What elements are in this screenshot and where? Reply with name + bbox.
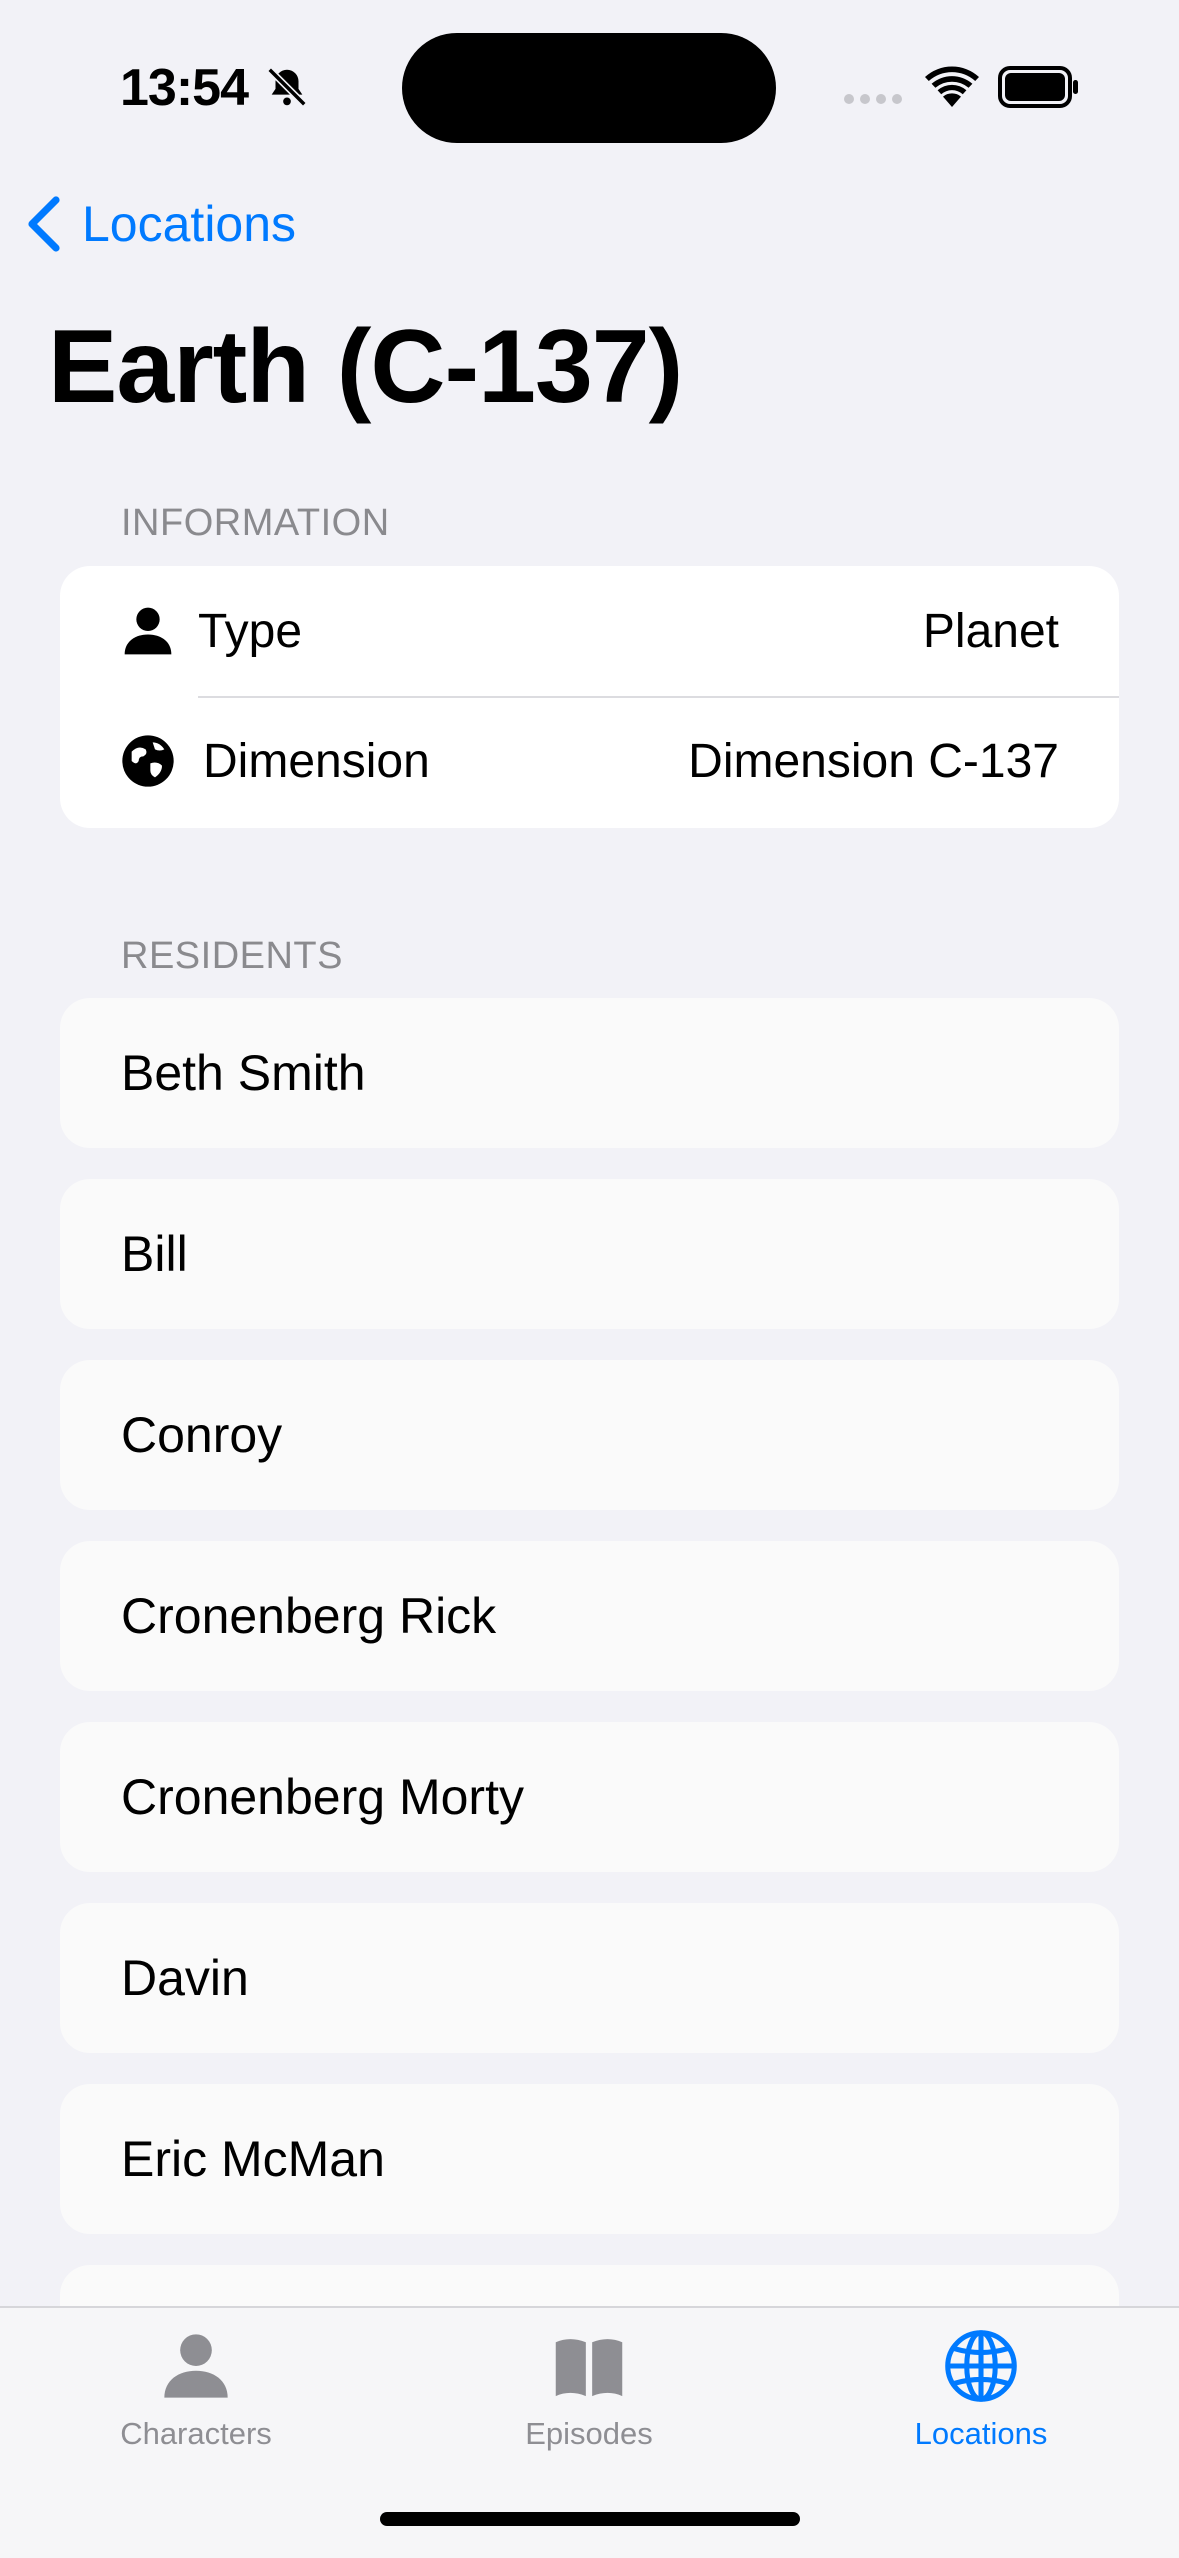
cellular-signal-icon: [844, 94, 902, 104]
resident-name: Conroy: [121, 1407, 283, 1463]
resident-name: Beth Smith: [121, 1045, 366, 1101]
dynamic-island: [402, 33, 776, 143]
tab-label: Characters: [120, 2416, 272, 2451]
resident-row[interactable]: Bill: [60, 1179, 1119, 1329]
wifi-icon: [925, 66, 979, 107]
resident-row[interactable]: Conroy: [60, 1360, 1119, 1510]
person-icon: [164, 2334, 228, 2398]
resident-name: Cronenberg Rick: [121, 1588, 497, 1644]
status-time: 13:54: [120, 59, 249, 117]
person-icon: [124, 607, 172, 655]
tab-locations[interactable]: Locations: [831, 2328, 1131, 2452]
resident-row[interactable]: Cronenberg Rick: [60, 1541, 1119, 1691]
resident-row[interactable]: Beth Smith: [60, 998, 1119, 1148]
tab-label: Episodes: [525, 2416, 653, 2451]
residents-section-header: RESIDENTS: [121, 935, 343, 977]
chevron-left-icon: [28, 196, 60, 252]
back-button-label: Locations: [82, 196, 297, 252]
resident-name: Cronenberg Morty: [121, 1769, 524, 1825]
resident-name: Bill: [121, 1226, 188, 1282]
tab-episodes[interactable]: Episodes: [439, 2328, 739, 2452]
resident-row[interactable]: Eric McMan: [60, 2084, 1119, 2234]
info-label-type: Type: [198, 604, 303, 658]
info-row-dimension: Dimension Dimension C-137: [60, 696, 1119, 826]
information-section-header: INFORMATION: [121, 502, 390, 544]
tab-label: Locations: [914, 2416, 1048, 2451]
information-card: Type Planet Dimension Dimension C-137: [60, 566, 1119, 828]
globe-icon: [945, 2330, 1017, 2402]
info-row-type: Type Planet: [60, 566, 1119, 696]
bell-slash-icon: [267, 67, 307, 107]
globe-icon: [122, 735, 174, 787]
info-value-type: Planet: [922, 604, 1059, 658]
info-label-dimension: Dimension: [203, 734, 430, 788]
battery-icon: [998, 66, 1078, 108]
resident-name: Eric McMan: [121, 2131, 385, 2187]
info-value-dimension: Dimension C-137: [688, 734, 1059, 788]
resident-name: Davin: [121, 1950, 249, 2006]
book-icon: [555, 2339, 623, 2397]
tab-characters[interactable]: Characters: [46, 2328, 346, 2452]
page-title: Earth (C-137): [48, 309, 683, 425]
resident-row[interactable]: Cronenberg Morty: [60, 1722, 1119, 1872]
resident-row[interactable]: Davin: [60, 1903, 1119, 2053]
back-button[interactable]: Locations: [24, 194, 296, 254]
home-indicator[interactable]: [380, 2512, 800, 2526]
